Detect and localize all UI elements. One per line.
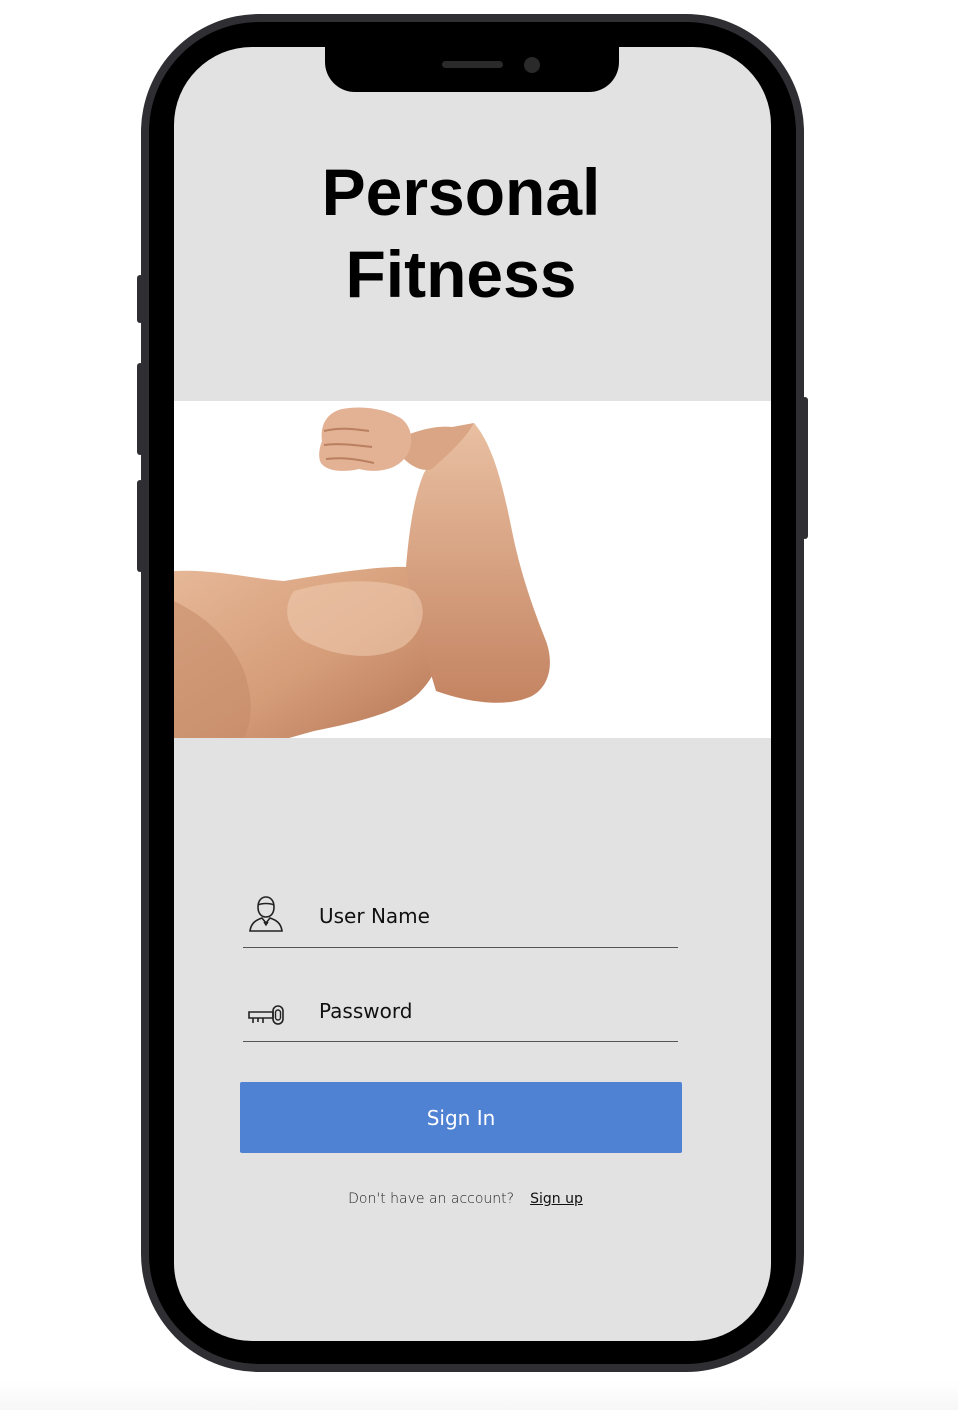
front-camera [524,57,540,73]
bicep-illustration [174,407,550,738]
signup-prompt: Don't have an account? [348,1191,515,1207]
speaker-grille [442,61,503,68]
username-input[interactable] [319,899,659,933]
phone-screen: Personal Fitness User Name Sign In Don't… [174,47,771,1341]
key-icon [248,1005,284,1025]
user-icon [249,896,283,932]
app-title-line-2: Fitness [345,237,577,311]
password-field[interactable] [243,982,678,1042]
canvas: Personal Fitness User Name Sign In Don't… [0,0,958,1410]
username-field[interactable] [243,887,678,948]
app-title-line-1: Personal [321,155,601,229]
signup-row: Don't have an account? Sign up [174,1191,757,1207]
app-title: Personal Fitness [174,151,748,315]
sign-in-button[interactable]: Sign In [240,1082,682,1153]
password-input[interactable] [319,994,659,1028]
sign-up-link[interactable]: Sign up [530,1191,583,1207]
hero-image-flexed-bicep [174,401,771,738]
